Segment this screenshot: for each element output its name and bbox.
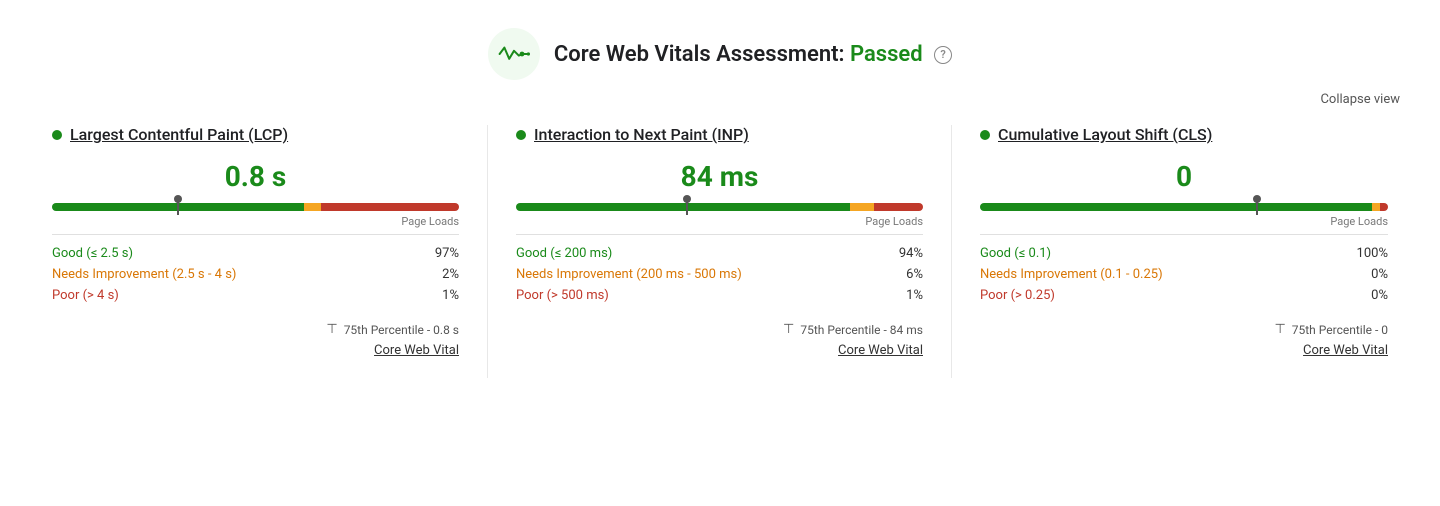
status-dot-cls <box>980 130 990 140</box>
cwv-link-lcp[interactable]: Core Web Vital <box>374 343 459 358</box>
stat-value-lcp: 1% <box>442 288 459 303</box>
metric-title-text-lcp: Largest Contentful Paint (LCP) <box>70 125 288 144</box>
track-poor-lcp <box>321 203 459 211</box>
cwv-icon <box>488 28 540 80</box>
track-needs-inp <box>850 203 874 211</box>
page-title: Core Web Vitals Assessment: Passed ? <box>554 42 952 67</box>
stat-label-needs-cls: Needs Improvement (0.1 - 0.25) <box>980 267 1163 282</box>
marker-cls <box>1256 199 1258 215</box>
percentile-row-cls: ⊤ 75th Percentile - 0 <box>980 316 1388 337</box>
progress-bar-cls <box>980 203 1388 211</box>
metric-value-cls: 0 <box>980 160 1388 193</box>
metric-title-inp[interactable]: Interaction to Next Paint (INP) <box>516 125 923 144</box>
stat-value-inp: 6% <box>906 267 923 282</box>
stat-label-good-inp: Good (≤ 200 ms) <box>516 246 612 261</box>
stat-label-needs-inp: Needs Improvement (200 ms - 500 ms) <box>516 267 742 282</box>
status-dot-lcp <box>52 130 62 140</box>
track-poor-cls <box>1380 203 1388 211</box>
marker-inp <box>686 199 688 215</box>
stat-row-inp: Poor (> 500 ms) 1% <box>516 285 923 306</box>
collapse-link[interactable]: Collapse view <box>1320 92 1400 107</box>
page-loads-label-lcp: Page Loads <box>52 215 459 228</box>
progress-bar-inp <box>516 203 923 211</box>
status-dot-inp <box>516 130 526 140</box>
metric-card-cls: Cumulative Layout Shift (CLS) 0 Page Loads… <box>952 125 1416 378</box>
stat-row-lcp: Needs Improvement (2.5 s - 4 s) 2% <box>52 264 459 285</box>
track-good-inp <box>516 203 850 211</box>
stat-value-cls: 100% <box>1357 246 1388 261</box>
stat-value-inp: 1% <box>906 288 923 303</box>
stat-label-poor-lcp: Poor (> 4 s) <box>52 288 119 303</box>
stat-value-inp: 94% <box>899 246 923 261</box>
status-passed: Passed <box>850 42 923 67</box>
track-good-cls <box>980 203 1372 211</box>
stat-label-poor-cls: Poor (> 0.25) <box>980 288 1055 303</box>
stat-row-cls: Needs Improvement (0.1 - 0.25) 0% <box>980 264 1388 285</box>
percentile-icon-inp: ⊤ <box>783 322 794 337</box>
metric-title-cls[interactable]: Cumulative Layout Shift (CLS) <box>980 125 1388 144</box>
percentile-icon-cls: ⊤ <box>1274 322 1285 337</box>
metrics-grid: Largest Contentful Paint (LCP) 0.8 s Page … <box>0 125 1440 402</box>
stat-label-poor-inp: Poor (> 500 ms) <box>516 288 609 303</box>
progress-bar-lcp <box>52 203 459 211</box>
stat-row-inp: Needs Improvement (200 ms - 500 ms) 6% <box>516 264 923 285</box>
percentile-text-lcp: 75th Percentile - 0.8 s <box>344 323 459 337</box>
stat-row-cls: Good (≤ 0.1) 100% <box>980 243 1388 264</box>
stat-value-lcp: 97% <box>435 246 459 261</box>
stat-label-good-lcp: Good (≤ 2.5 s) <box>52 246 133 261</box>
metric-value-lcp: 0.8 s <box>52 160 459 193</box>
stat-row-inp: Good (≤ 200 ms) 94% <box>516 243 923 264</box>
track-needs-lcp <box>304 203 320 211</box>
cwv-link-cls[interactable]: Core Web Vital <box>1303 343 1388 358</box>
percentile-icon-lcp: ⊤ <box>326 322 337 337</box>
collapse-row: Collapse view <box>0 92 1440 125</box>
metric-title-text-cls: Cumulative Layout Shift (CLS) <box>998 125 1212 144</box>
percentile-row-lcp: ⊤ 75th Percentile - 0.8 s <box>52 316 459 337</box>
stat-row-cls: Poor (> 0.25) 0% <box>980 285 1388 306</box>
stat-value-lcp: 2% <box>442 267 459 282</box>
stat-row-lcp: Poor (> 4 s) 1% <box>52 285 459 306</box>
track-needs-cls <box>1372 203 1380 211</box>
marker-lcp <box>177 199 179 215</box>
metric-title-text-inp: Interaction to Next Paint (INP) <box>534 125 749 144</box>
stat-label-needs-lcp: Needs Improvement (2.5 s - 4 s) <box>52 267 236 282</box>
stat-value-cls: 0% <box>1371 267 1388 282</box>
header: Core Web Vitals Assessment: Passed ? <box>0 0 1440 92</box>
page-loads-label-inp: Page Loads <box>516 215 923 228</box>
stat-value-cls: 0% <box>1371 288 1388 303</box>
cwv-link-row-inp: Core Web Vital <box>516 343 923 358</box>
percentile-text-cls: 75th Percentile - 0 <box>1292 323 1388 337</box>
percentile-text-inp: 75th Percentile - 84 ms <box>800 323 923 337</box>
help-icon[interactable]: ? <box>934 46 952 64</box>
percentile-row-inp: ⊤ 75th Percentile - 84 ms <box>516 316 923 337</box>
stat-row-lcp: Good (≤ 2.5 s) 97% <box>52 243 459 264</box>
cwv-link-row-lcp: Core Web Vital <box>52 343 459 358</box>
track-poor-inp <box>874 203 923 211</box>
metric-title-lcp[interactable]: Largest Contentful Paint (LCP) <box>52 125 459 144</box>
metric-value-inp: 84 ms <box>516 160 923 193</box>
stat-label-good-cls: Good (≤ 0.1) <box>980 246 1051 261</box>
metric-card-lcp: Largest Contentful Paint (LCP) 0.8 s Page … <box>24 125 488 378</box>
metric-card-inp: Interaction to Next Paint (INP) 84 ms Page… <box>488 125 952 378</box>
cwv-link-inp[interactable]: Core Web Vital <box>838 343 923 358</box>
page-loads-label-cls: Page Loads <box>980 215 1388 228</box>
cwv-link-row-cls: Core Web Vital <box>980 343 1388 358</box>
